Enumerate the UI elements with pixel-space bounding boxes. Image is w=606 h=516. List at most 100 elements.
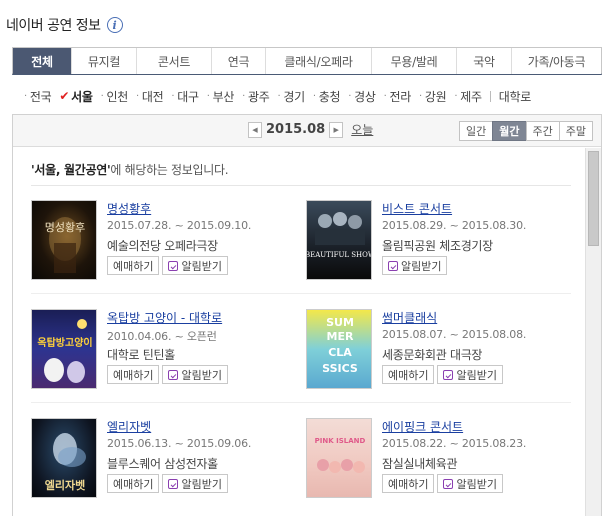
info-icon[interactable]: i — [106, 17, 123, 33]
scrollbar[interactable] — [585, 148, 601, 516]
notify-button[interactable]: 알림받기 — [162, 474, 228, 493]
event-card: PINK ISLAND 에이핑크 콘서트 2015.08.22. ~ 2015.… — [306, 418, 566, 500]
region-item[interactable]: · 광주 — [238, 88, 273, 105]
event-card: BEAUTIFUL SHOW 비스트 콘서트 2015.08.29. ~ 201… — [306, 200, 566, 282]
event-date: 2015.08.22. ~ 2015.08.23. — [382, 437, 527, 450]
date-toolbar: ◀ 2015.08 ▶ 오늘 일간 월간 주간 주말 — [13, 115, 601, 147]
notify-button[interactable]: 알림받기 — [382, 256, 448, 275]
poster-title-text: PINK ISLAND — [315, 437, 366, 445]
scroll-thumb[interactable] — [588, 151, 599, 246]
poster-title-text: 엘리자벳 — [45, 478, 85, 492]
book-button[interactable]: 예매하기 — [107, 256, 160, 275]
notify-icon — [168, 260, 179, 271]
region-item[interactable]: · 부산 — [203, 88, 238, 105]
check-icon: ✔ — [59, 89, 70, 103]
poster-image[interactable]: 명성황후 — [31, 200, 97, 280]
event-title-link[interactable]: 썸머클래식 — [382, 309, 437, 326]
notify-icon — [443, 478, 454, 489]
book-button[interactable]: 예매하기 — [107, 474, 160, 493]
poster-title-text: BEAUTIFUL SHOW — [307, 251, 372, 259]
region-item[interactable]: · 경기 — [274, 88, 309, 105]
event-date: 2015.08.07. ~ 2015.08.08. — [382, 328, 527, 341]
event-actions: 예매하기 알림받기 — [382, 474, 506, 493]
region-item[interactable]: · 대전 — [132, 88, 167, 105]
poster-title-text: 옥탑방고양이 — [37, 336, 92, 349]
schedule-panel: ◀ 2015.08 ▶ 오늘 일간 월간 주간 주말 '서울, 월간공연'에 해… — [12, 114, 602, 516]
tab-classic-opera[interactable]: 클래식/오페라 — [265, 48, 371, 74]
prev-month-button[interactable]: ◀ — [248, 121, 262, 138]
region-item[interactable]: · 경상 — [344, 88, 379, 105]
divider — [31, 402, 571, 403]
region-item[interactable]: · 인천 — [97, 88, 132, 105]
region-item[interactable]: · 전라 — [380, 88, 415, 105]
notify-button[interactable]: 알림받기 — [437, 474, 503, 493]
notify-button[interactable]: 알림받기 — [437, 365, 503, 384]
book-button[interactable]: 예매하기 — [382, 365, 435, 384]
next-month-button[interactable]: ▶ — [329, 121, 344, 138]
notify-button[interactable]: 알림받기 — [162, 365, 228, 384]
poster-image[interactable]: 엘리자벳 — [31, 418, 97, 498]
region-item-daehakro[interactable]: 대학로 — [495, 88, 535, 105]
page-title: 네이버 공연 정보 — [6, 18, 101, 34]
event-title-link[interactable]: 옥탑방 고양이 - 대학로 — [107, 309, 222, 326]
event-actions: 예매하기 알림받기 — [107, 474, 231, 493]
event-title-link[interactable]: 명성황후 — [107, 200, 151, 217]
tab-all[interactable]: 전체 — [13, 48, 71, 74]
event-actions: 예매하기 알림받기 — [107, 256, 231, 275]
notify-icon — [168, 478, 179, 489]
notify-icon — [443, 369, 454, 380]
tab-korean-music[interactable]: 국악 — [456, 48, 511, 74]
event-actions: 예매하기 알림받기 — [382, 365, 506, 384]
event-venue: 예술의전당 오페라극장 — [107, 239, 218, 253]
event-venue: 잠실실내체육관 — [382, 457, 458, 471]
region-item[interactable]: · 제주 — [450, 88, 485, 105]
tab-family-kids[interactable]: 가족/아동극 — [511, 48, 601, 74]
event-date: 2015.06.13. ~ 2015.09.06. — [107, 437, 252, 450]
view-daily-button[interactable]: 일간 — [459, 121, 494, 141]
tab-musical[interactable]: 뮤지컬 — [71, 48, 136, 74]
book-button[interactable]: 예매하기 — [382, 474, 435, 493]
poster-image[interactable]: 옥탑방고양이 — [31, 309, 97, 389]
event-date: 2010.04.06. ~ 오픈런 — [107, 330, 217, 343]
poster-image[interactable]: PINK ISLAND — [306, 418, 372, 498]
view-weekly-button[interactable]: 주간 — [525, 121, 560, 141]
notify-icon — [168, 369, 179, 380]
event-venue: 대학로 틴틴홀 — [107, 348, 175, 362]
event-date: 2015.07.28. ~ 2015.09.10. — [107, 219, 252, 232]
view-switcher: 일간 월간 주간 주말 — [459, 121, 593, 141]
region-item[interactable]: · 강원 — [415, 88, 450, 105]
month-navigator: ◀ 2015.08 ▶ 오늘 — [248, 121, 373, 138]
view-weekend-button[interactable]: 주말 — [558, 121, 593, 141]
event-date: 2015.08.29. ~ 2015.08.30. — [382, 219, 527, 232]
chevron-right-icon: ▶ — [333, 125, 339, 134]
page-header: 네이버 공연 정보 i — [6, 14, 123, 36]
view-monthly-button[interactable]: 월간 — [492, 121, 527, 141]
event-title-link[interactable]: 비스트 콘서트 — [382, 200, 452, 217]
divider — [31, 293, 571, 294]
region-filter: · 전국 ✔ 서울 · 인천 · 대전 · 대구 · 부산 · 광주 · 경기 · 충청 · 경상 … — [20, 87, 535, 105]
genre-tabs: 전체 뮤지컬 콘서트 연극 클래식/오페라 무용/발레 국악 가족/아동극 — [12, 47, 602, 75]
event-venue: 블루스퀘어 삼성전자홀 — [107, 457, 218, 471]
event-actions: 예매하기 알림받기 — [107, 365, 231, 384]
tab-play[interactable]: 연극 — [211, 48, 265, 74]
notify-button[interactable]: 알림받기 — [162, 256, 228, 275]
notify-icon — [388, 260, 398, 271]
event-title-link[interactable]: 엘리자벳 — [107, 418, 151, 435]
event-card: 옥탑방고양이 옥탑방 고양이 - 대학로 2010.04.06. ~ 오픈런 대… — [31, 309, 291, 391]
region-item-selected[interactable]: ✔ 서울 — [55, 88, 96, 105]
region-divider — [489, 90, 491, 102]
poster-line-3: CLA — [328, 346, 352, 359]
poster-image[interactable]: SUM MER CLA SSICS — [306, 309, 372, 389]
event-title-link[interactable]: 에이핑크 콘서트 — [382, 418, 463, 435]
poster-title-text: 명성황후 — [45, 221, 85, 234]
region-item[interactable]: · 충청 — [309, 88, 344, 105]
event-card: 엘리자벳 엘리자벳 2015.06.13. ~ 2015.09.06. 블루스퀘… — [31, 418, 291, 500]
today-link[interactable]: 오늘 — [351, 121, 373, 138]
book-button[interactable]: 예매하기 — [107, 365, 160, 384]
region-item[interactable]: · 대구 — [167, 88, 202, 105]
poster-line-4: SSICS — [322, 362, 358, 375]
poster-image[interactable]: BEAUTIFUL SHOW — [306, 200, 372, 280]
tab-dance-ballet[interactable]: 무용/발레 — [371, 48, 456, 74]
region-item[interactable]: · 전국 — [20, 88, 55, 105]
tab-concert[interactable]: 콘서트 — [136, 48, 211, 74]
